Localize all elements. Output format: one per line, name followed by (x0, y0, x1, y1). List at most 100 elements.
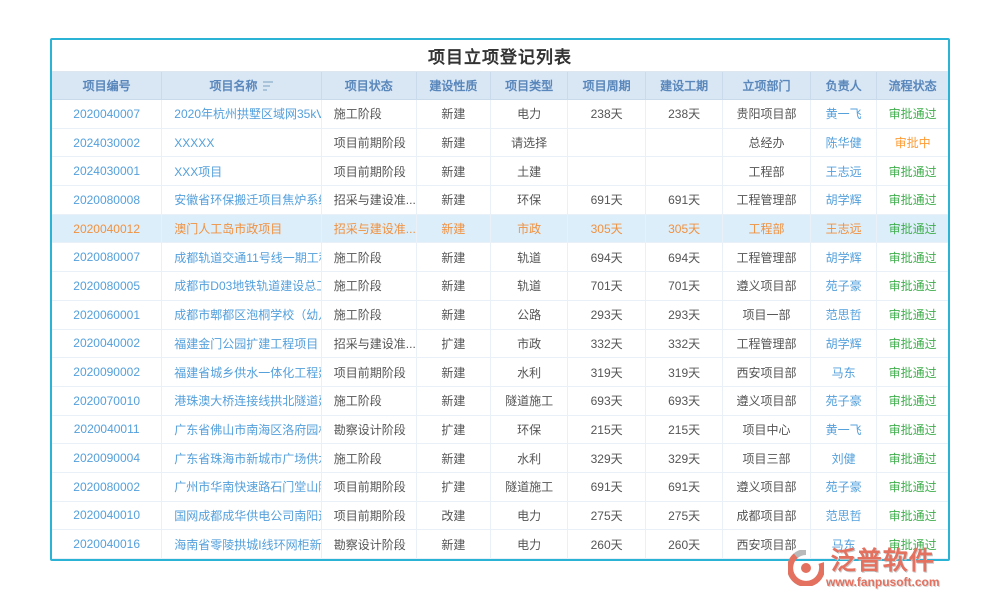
cell-init-dept: 遵义项目部 (722, 387, 810, 415)
cell-project-type: 隧道施工 (490, 387, 567, 415)
cell-project-name[interactable]: 福建省城乡供水一体化工程建设项目 (161, 358, 320, 386)
cell-project-status: 项目前期阶段 (321, 502, 416, 530)
sort-icon[interactable] (263, 81, 274, 91)
cell-init-dept: 工程管理部 (722, 186, 810, 214)
column-header-build-nature: 建设性质 (416, 72, 490, 99)
cell-project-name[interactable]: XXXXX (161, 129, 320, 157)
cell-project-cycle: 238天 (567, 100, 645, 128)
cell-project-no[interactable]: 2020090004 (52, 444, 161, 472)
cell-project-cycle: 215天 (567, 416, 645, 444)
cell-build-duration (645, 129, 722, 157)
cell-project-cycle: 293天 (567, 301, 645, 329)
cell-owner[interactable]: 苑子豪 (810, 272, 876, 300)
cell-owner[interactable]: 胡学辉 (810, 330, 876, 358)
cell-init-dept: 成都项目部 (722, 502, 810, 530)
cell-project-no[interactable]: 2024030001 (52, 157, 161, 185)
table-row: 2020090002福建省城乡供水一体化工程建设项目项目前期阶段新建水利319天… (52, 358, 948, 387)
cell-project-no[interactable]: 2020070010 (52, 387, 161, 415)
cell-owner[interactable]: 黄一飞 (810, 100, 876, 128)
cell-owner[interactable]: 王志远 (810, 157, 876, 185)
cell-project-name[interactable]: 福建金门公园扩建工程项目 (161, 330, 320, 358)
cell-project-status: 施工阶段 (321, 272, 416, 300)
cell-project-name[interactable]: 2020年杭州拱墅区域网35kV（第... (161, 100, 320, 128)
cell-owner[interactable]: 刘健 (810, 444, 876, 472)
table-row: 2020080002广州市华南快速路石门堂山隧道扩...项目前期阶段扩建隧道施工… (52, 473, 948, 502)
cell-owner[interactable]: 胡学辉 (810, 243, 876, 271)
column-label: 负责人 (826, 77, 862, 94)
cell-project-name[interactable]: 成都市D03地铁轨道建设总工程项目 (161, 272, 320, 300)
cell-owner[interactable]: 范思哲 (810, 301, 876, 329)
table-row: 2020080008安徽省环保搬迁项目焦炉系统工程...招采与建设准...新建环… (52, 186, 948, 215)
cell-flow-status: 审批通过 (876, 358, 948, 386)
cell-project-name[interactable]: 成都轨道交通11号线一期工程投融... (161, 243, 320, 271)
cell-project-cycle: 260天 (567, 530, 645, 558)
cell-project-name[interactable]: 成都市郫都区泡桐学校（幼儿园）... (161, 301, 320, 329)
cell-build-duration: 691天 (645, 186, 722, 214)
cell-owner[interactable]: 马东 (810, 358, 876, 386)
cell-init-dept: 遵义项目部 (722, 473, 810, 501)
cell-project-name[interactable]: XXX项目 (161, 157, 320, 185)
column-label: 建设性质 (429, 77, 477, 94)
cell-project-name[interactable]: 安徽省环保搬迁项目焦炉系统工程... (161, 186, 320, 214)
cell-owner[interactable]: 苑子豪 (810, 473, 876, 501)
cell-init-dept: 工程部 (722, 157, 810, 185)
cell-project-cycle (567, 129, 645, 157)
cell-build-duration: 293天 (645, 301, 722, 329)
cell-project-no[interactable]: 2020040002 (52, 330, 161, 358)
cell-project-name[interactable]: 广东省珠海市新城市广场供水项目 (161, 444, 320, 472)
cell-owner[interactable]: 王志远 (810, 215, 876, 243)
cell-project-no[interactable]: 2020040016 (52, 530, 161, 558)
table-body: 20200400072020年杭州拱墅区域网35kV（第...施工阶段新建电力2… (52, 100, 948, 559)
cell-build-duration: 329天 (645, 444, 722, 472)
cell-build-nature: 新建 (416, 301, 490, 329)
column-label: 立项部门 (743, 77, 791, 94)
cell-project-no[interactable]: 2020080005 (52, 272, 161, 300)
cell-project-name[interactable]: 海南省零陵拱城I线环网柜新建工程 (161, 530, 320, 558)
cell-project-type: 电力 (490, 502, 567, 530)
column-header-project-status: 项目状态 (321, 72, 416, 99)
cell-project-no[interactable]: 2020040007 (52, 100, 161, 128)
table-header-row: 项目编号项目名称项目状态建设性质项目类型项目周期建设工期立项部门负责人流程状态 (52, 72, 948, 100)
cell-project-name[interactable]: 国网成都成华供电公司南阳运输有... (161, 502, 320, 530)
cell-project-cycle: 305天 (567, 215, 645, 243)
cell-project-cycle: 332天 (567, 330, 645, 358)
cell-project-no[interactable]: 2024030002 (52, 129, 161, 157)
column-header-project-cycle: 项目周期 (567, 72, 645, 99)
cell-project-no[interactable]: 2020040010 (52, 502, 161, 530)
cell-project-name[interactable]: 港珠澳大桥连接线拱北隧道建设工... (161, 387, 320, 415)
column-header-build-duration: 建设工期 (645, 72, 722, 99)
cell-flow-status: 审批通过 (876, 100, 948, 128)
cell-project-cycle: 694天 (567, 243, 645, 271)
cell-project-cycle: 329天 (567, 444, 645, 472)
cell-owner[interactable]: 范思哲 (810, 502, 876, 530)
cell-project-no[interactable]: 2020090002 (52, 358, 161, 386)
cell-project-no[interactable]: 2020060001 (52, 301, 161, 329)
cell-project-no[interactable]: 2020080008 (52, 186, 161, 214)
cell-owner[interactable]: 黄一飞 (810, 416, 876, 444)
vendor-url[interactable]: www.fanpusoft.com (826, 576, 940, 589)
cell-flow-status: 审批通过 (876, 444, 948, 472)
cell-project-cycle: 701天 (567, 272, 645, 300)
cell-build-nature: 新建 (416, 358, 490, 386)
cell-owner[interactable]: 陈华健 (810, 129, 876, 157)
cell-project-no[interactable]: 2020040011 (52, 416, 161, 444)
cell-project-no[interactable]: 2020040012 (52, 215, 161, 243)
cell-project-no[interactable]: 2020080007 (52, 243, 161, 271)
cell-project-type: 环保 (490, 416, 567, 444)
cell-project-no[interactable]: 2020080002 (52, 473, 161, 501)
cell-project-name[interactable]: 澳门人工岛市政项目 (161, 215, 320, 243)
cell-project-type: 水利 (490, 444, 567, 472)
cell-project-name[interactable]: 广东省佛山市南海区洛府园林环保... (161, 416, 320, 444)
column-header-owner: 负责人 (810, 72, 876, 99)
cell-project-cycle (567, 157, 645, 185)
cell-project-type: 请选择 (490, 129, 567, 157)
cell-build-duration (645, 157, 722, 185)
column-label: 项目编号 (83, 77, 131, 94)
cell-owner[interactable]: 胡学辉 (810, 186, 876, 214)
cell-project-name[interactable]: 广州市华南快速路石门堂山隧道扩... (161, 473, 320, 501)
cell-project-cycle: 693天 (567, 387, 645, 415)
column-header-project-name[interactable]: 项目名称 (161, 72, 320, 99)
cell-owner[interactable]: 苑子豪 (810, 387, 876, 415)
cell-project-cycle: 275天 (567, 502, 645, 530)
cell-project-status: 施工阶段 (321, 387, 416, 415)
